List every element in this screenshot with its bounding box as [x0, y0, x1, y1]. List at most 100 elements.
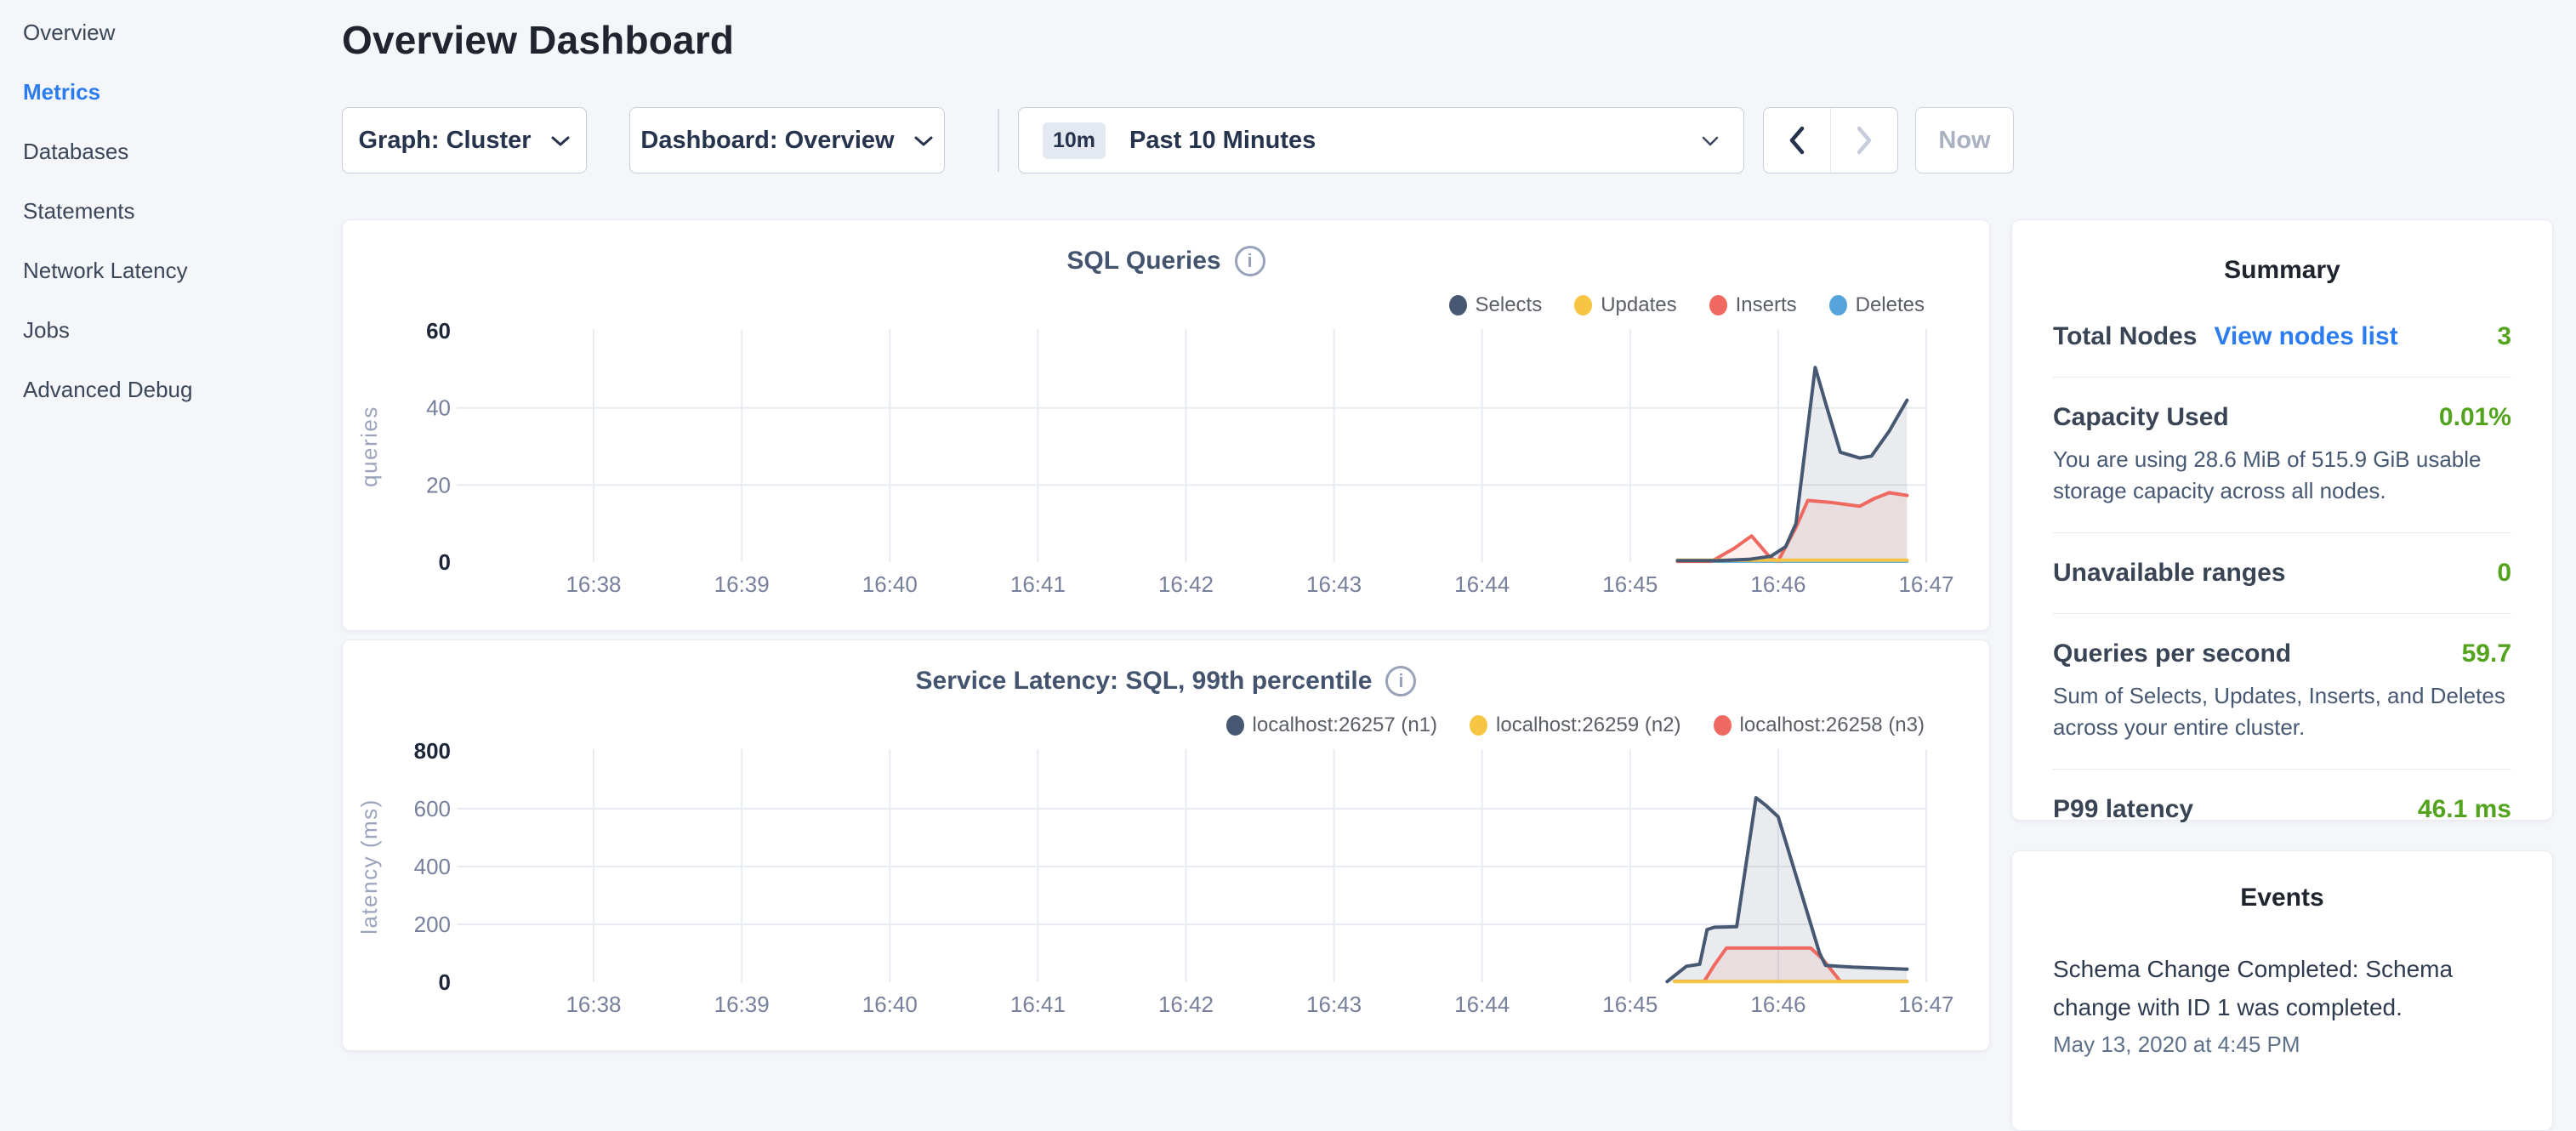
event-item[interactable]: Schema Change Completed: Schema change w…	[2053, 950, 2511, 1058]
svg-text:16:41: 16:41	[1010, 571, 1066, 597]
sidebar-item-metrics[interactable]: Metrics	[23, 78, 329, 106]
legend-label: Updates	[1601, 293, 1676, 317]
events-title: Events	[2053, 884, 2511, 912]
divider	[2053, 377, 2511, 378]
legend-label: localhost:26258 (n3)	[1740, 713, 1925, 737]
sidebar: Overview Metrics Databases Statements Ne…	[23, 19, 329, 435]
svg-text:16:42: 16:42	[1158, 992, 1214, 1017]
legend-dot-icon	[1470, 715, 1487, 736]
p99-latency-value: 46.1 ms	[2418, 795, 2511, 824]
legend-dot-icon	[1226, 715, 1244, 736]
svg-text:16:47: 16:47	[1898, 571, 1953, 597]
chevron-down-icon	[1701, 127, 1720, 155]
svg-text:16:39: 16:39	[714, 992, 770, 1017]
legend-dot-icon	[1829, 295, 1847, 315]
svg-text:16:41: 16:41	[1010, 992, 1066, 1017]
svg-text:latency (ms): latency (ms)	[356, 799, 382, 935]
divider	[2053, 769, 2511, 770]
svg-text:0: 0	[439, 969, 451, 995]
legend-item[interactable]: localhost:26259 (n2)	[1470, 713, 1680, 737]
svg-text:16:46: 16:46	[1750, 571, 1805, 597]
sql-queries-chart[interactable]: 16:3816:3916:4016:4116:4216:4316:4416:45…	[343, 318, 1991, 611]
time-range-dropdown[interactable]: 10m Past 10 Minutes	[1018, 107, 1744, 173]
svg-text:16:40: 16:40	[862, 992, 918, 1017]
svg-text:800: 800	[414, 738, 451, 764]
svg-text:20: 20	[426, 472, 451, 497]
info-icon[interactable]: i	[1235, 246, 1265, 276]
service-latency-chart[interactable]: 16:3816:3916:4016:4116:4216:4316:4416:45…	[343, 738, 1991, 1032]
legend-dot-icon	[1574, 295, 1592, 315]
svg-text:600: 600	[414, 796, 451, 821]
legend-item[interactable]: localhost:26258 (n3)	[1714, 713, 1925, 737]
legend-label: Inserts	[1736, 293, 1797, 317]
summary-title: Summary	[2053, 256, 2511, 285]
svg-text:60: 60	[426, 318, 451, 344]
legend-item[interactable]: Inserts	[1709, 293, 1797, 317]
info-icon[interactable]: i	[1385, 666, 1416, 696]
sidebar-item-overview[interactable]: Overview	[23, 19, 329, 47]
legend-item[interactable]: Deletes	[1829, 293, 1925, 317]
time-range-label: Past 10 Minutes	[1129, 127, 1701, 155]
legend-label: Selects	[1476, 293, 1543, 317]
qps-description: Sum of Selects, Updates, Inserts, and De…	[2053, 680, 2511, 743]
unavailable-ranges-value: 0	[2497, 559, 2511, 588]
graph-dropdown-label: Graph: Cluster	[358, 127, 531, 155]
controls-bar: Graph: Cluster Dashboard: Overview 10m P…	[342, 107, 2014, 173]
summary-row-total-nodes: Total Nodes View nodes list 3	[2053, 322, 2511, 351]
sidebar-item-databases[interactable]: Databases	[23, 138, 329, 166]
chart-title: SQL Queries	[1066, 247, 1220, 276]
svg-text:16:42: 16:42	[1158, 571, 1214, 597]
svg-text:16:39: 16:39	[714, 571, 770, 597]
event-timestamp: May 13, 2020 at 4:45 PM	[2053, 1032, 2511, 1058]
p99-latency-label: P99 latency	[2053, 795, 2193, 824]
controls-divider	[998, 109, 999, 172]
capacity-used-label: Capacity Used	[2053, 403, 2229, 432]
time-step-control	[1763, 107, 1898, 173]
svg-text:16:46: 16:46	[1750, 992, 1805, 1017]
total-nodes-label: Total Nodes	[2053, 322, 2197, 351]
qps-value: 59.7	[2462, 639, 2511, 668]
summary-row-capacity: Capacity Used 0.01%	[2053, 403, 2511, 432]
total-nodes-value: 3	[2497, 322, 2511, 351]
chart-legend: localhost:26257 (n1) localhost:26259 (n2)…	[1226, 713, 1925, 737]
time-forward-button[interactable]	[1830, 108, 1897, 173]
legend-dot-icon	[1709, 295, 1727, 315]
svg-text:0: 0	[439, 549, 451, 575]
svg-text:16:47: 16:47	[1898, 992, 1953, 1017]
view-nodes-list-link[interactable]: View nodes list	[2214, 322, 2397, 351]
sql-queries-chart-card: SQL Queries i Selects Updates Inserts Delet…	[342, 219, 1990, 631]
legend-item[interactable]: localhost:26257 (n1)	[1226, 713, 1437, 737]
legend-label: localhost:26259 (n2)	[1496, 713, 1680, 737]
svg-text:16:44: 16:44	[1454, 992, 1510, 1017]
capacity-description: You are using 28.6 MiB of 515.9 GiB usab…	[2053, 444, 2511, 507]
events-panel: Events Schema Change Completed: Schema c…	[2011, 850, 2553, 1131]
graph-dropdown[interactable]: Graph: Cluster	[342, 107, 587, 173]
svg-text:200: 200	[414, 912, 451, 937]
chevron-down-icon	[913, 127, 934, 155]
chart-legend: Selects Updates Inserts Deletes	[1449, 293, 1925, 317]
sidebar-item-jobs[interactable]: Jobs	[23, 316, 329, 344]
svg-text:16:43: 16:43	[1306, 992, 1362, 1017]
capacity-used-value: 0.01%	[2439, 403, 2511, 432]
sidebar-item-advanced-debug[interactable]: Advanced Debug	[23, 376, 329, 404]
sidebar-item-network-latency[interactable]: Network Latency	[23, 257, 329, 285]
svg-text:16:43: 16:43	[1306, 571, 1362, 597]
legend-dot-icon	[1449, 295, 1467, 315]
now-button[interactable]: Now	[1915, 107, 2014, 173]
svg-text:16:45: 16:45	[1602, 571, 1658, 597]
unavailable-ranges-label: Unavailable ranges	[2053, 559, 2285, 588]
time-range-badge: 10m	[1043, 122, 1106, 159]
svg-text:16:45: 16:45	[1602, 992, 1658, 1017]
legend-label: localhost:26257 (n1)	[1253, 713, 1437, 737]
svg-text:40: 40	[426, 395, 451, 421]
legend-item[interactable]: Selects	[1449, 293, 1543, 317]
legend-item[interactable]: Updates	[1574, 293, 1676, 317]
legend-dot-icon	[1714, 715, 1732, 736]
sidebar-item-statements[interactable]: Statements	[23, 197, 329, 225]
time-back-button[interactable]	[1764, 108, 1830, 173]
event-text: Schema Change Completed: Schema change w…	[2053, 950, 2511, 1026]
svg-text:queries: queries	[356, 406, 382, 487]
dashboard-dropdown[interactable]: Dashboard: Overview	[629, 107, 945, 173]
now-button-label: Now	[1938, 127, 1990, 155]
svg-text:16:38: 16:38	[566, 571, 621, 597]
